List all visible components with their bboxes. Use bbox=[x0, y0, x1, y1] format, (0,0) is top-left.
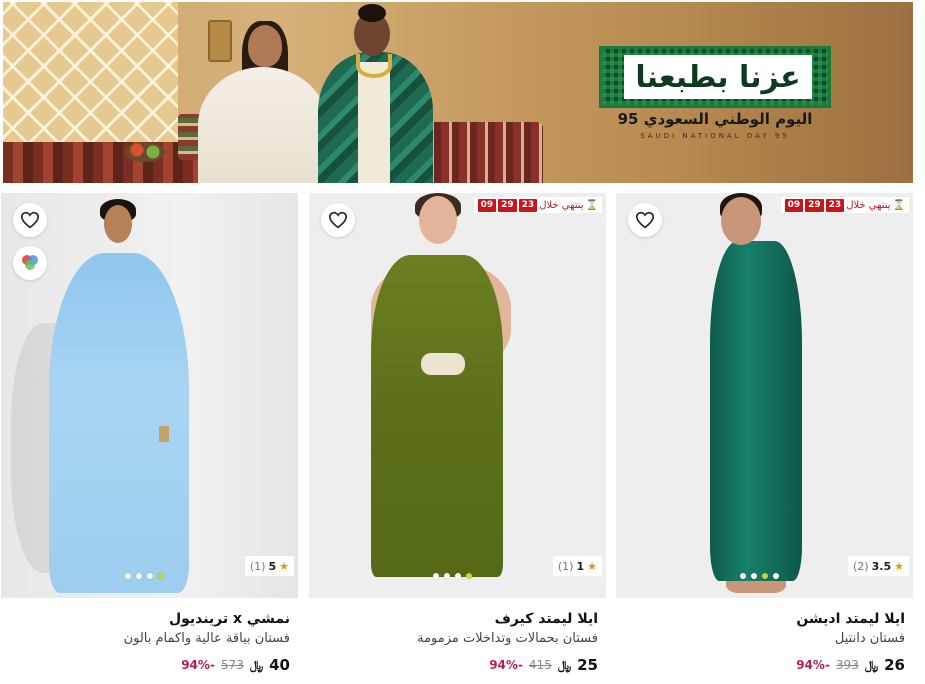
national-day-banner[interactable]: عزنا بطبعنا اليوم الوطني السعودي 95 SAUD… bbox=[3, 2, 913, 183]
product-brand[interactable]: ايلا ليمتد كيرف bbox=[317, 610, 598, 628]
national-day-logo: عزنا بطبعنا bbox=[599, 46, 831, 108]
wishlist-heart-button[interactable] bbox=[13, 203, 47, 237]
carousel-dot[interactable] bbox=[740, 573, 746, 579]
carousel-dot[interactable] bbox=[125, 573, 131, 579]
product-price: 40 bbox=[269, 656, 290, 674]
banner-subtitle: اليوم الوطني السعودي 95 bbox=[617, 110, 813, 128]
discount-badge: -94% bbox=[181, 658, 215, 672]
carousel-dot[interactable] bbox=[444, 573, 450, 579]
old-price: 415 bbox=[528, 658, 552, 672]
review-count: (1) bbox=[249, 559, 266, 573]
product-image[interactable]: ★ 5 (1) bbox=[1, 193, 298, 598]
star-icon: ★ bbox=[587, 559, 597, 573]
timer-seconds: 09 bbox=[477, 198, 497, 212]
carousel-dot[interactable] bbox=[147, 573, 153, 579]
product-price: 26 bbox=[884, 656, 905, 674]
price-row: 26 ﷼ 393 -94% bbox=[624, 656, 905, 674]
timer-minutes: 29 bbox=[805, 198, 824, 212]
wishlist-heart-button[interactable] bbox=[321, 203, 355, 237]
product-card[interactable]: ★ 5 (1) نمشي x ترينديول فستان بياقة عالي… bbox=[1, 193, 298, 684]
rating-badge: ★ 5 (1) bbox=[244, 556, 294, 576]
heart-icon bbox=[20, 211, 40, 229]
heart-icon bbox=[635, 211, 655, 229]
price-row: 25 ﷼ 415 -94% bbox=[317, 656, 598, 674]
discount-badge: -94% bbox=[796, 658, 830, 672]
image-carousel-dots bbox=[740, 573, 779, 579]
currency-icon: ﷼ bbox=[249, 657, 264, 672]
banner-sofa bbox=[423, 122, 543, 183]
currency-icon: ﷼ bbox=[557, 657, 572, 672]
review-count: (1) bbox=[557, 559, 574, 573]
product-info: نمشي x ترينديول فستان بياقة عالية واكمام… bbox=[1, 598, 298, 684]
product-description[interactable]: فستان بياقة عالية واكمام بالون bbox=[9, 630, 290, 648]
hourglass-icon: ⌛ bbox=[585, 199, 598, 211]
old-price: 573 bbox=[220, 658, 244, 672]
price-row: 40 ﷼ 573 -94% bbox=[9, 656, 290, 674]
timer-label: ينتهي خلال bbox=[539, 199, 584, 211]
product-card[interactable]: ⌛ ينتهي خلال 23 29 09 ★ 3.5 (2) ايلا ليم… bbox=[616, 193, 913, 684]
banner-model-green-robe bbox=[318, 2, 438, 183]
banner-subtitle-en: SAUDI NATIONAL DAY 95 bbox=[640, 132, 790, 140]
carousel-dot[interactable] bbox=[136, 573, 142, 579]
product-image[interactable]: ⌛ ينتهي خلال 23 29 09 ★ 3.5 (2) bbox=[616, 193, 913, 598]
hourglass-icon: ⌛ bbox=[892, 199, 905, 211]
color-palette-icon bbox=[22, 255, 38, 270]
star-icon: ★ bbox=[894, 559, 904, 573]
color-options-button[interactable] bbox=[13, 246, 47, 280]
rating-badge: ★ 1 (1) bbox=[552, 556, 602, 576]
rating-value: 1 bbox=[576, 559, 585, 573]
carousel-dot-active[interactable] bbox=[762, 573, 768, 579]
timer-hours: 23 bbox=[518, 198, 538, 212]
currency-icon: ﷼ bbox=[864, 657, 879, 672]
review-count: (2) bbox=[853, 559, 869, 573]
old-price: 393 bbox=[835, 658, 859, 672]
banner-fruit-bowl bbox=[125, 142, 165, 162]
product-image[interactable]: ⌛ ينتهي خلال 23 29 09 ★ 1 (1) bbox=[309, 193, 606, 598]
image-carousel-dots bbox=[125, 573, 164, 579]
image-carousel-dots bbox=[433, 573, 472, 579]
star-icon: ★ bbox=[279, 559, 289, 573]
carousel-dot[interactable] bbox=[773, 573, 779, 579]
wishlist-heart-button[interactable] bbox=[628, 203, 662, 237]
deal-countdown-timer: ⌛ ينتهي خلال 23 29 09 bbox=[473, 197, 602, 213]
product-description[interactable]: فستان دانتيل bbox=[624, 630, 905, 648]
product-card[interactable]: ⌛ ينتهي خلال 23 29 09 ★ 1 (1) ايلا ليمتد… bbox=[309, 193, 606, 684]
rating-badge: ★ 3.5 (2) bbox=[848, 556, 909, 576]
timer-seconds: 09 bbox=[784, 198, 804, 212]
rating-value: 3.5 bbox=[871, 559, 892, 573]
timer-label: ينتهي خلال bbox=[846, 199, 891, 211]
deal-countdown-timer: ⌛ ينتهي خلال 23 29 09 bbox=[780, 197, 909, 213]
carousel-dot[interactable] bbox=[455, 573, 461, 579]
product-brand[interactable]: ايلا ليمتد اديشن bbox=[624, 610, 905, 628]
banner-model-white-dress bbox=[198, 17, 328, 183]
rating-value: 5 bbox=[268, 559, 277, 573]
logo-text: عزنا بطبعنا bbox=[624, 55, 812, 99]
carousel-dot[interactable] bbox=[751, 573, 757, 579]
product-info: ايلا ليمتد كيرف فستان بحمالات وتداخلات م… bbox=[309, 598, 606, 684]
carousel-dot-active[interactable] bbox=[466, 573, 472, 579]
heart-icon bbox=[328, 211, 348, 229]
carousel-dot-active[interactable] bbox=[158, 573, 164, 579]
product-info: ايلا ليمتد اديشن فستان دانتيل 26 ﷼ 393 -… bbox=[616, 598, 913, 684]
carousel-dot[interactable] bbox=[433, 573, 439, 579]
timer-hours: 23 bbox=[825, 198, 845, 212]
discount-badge: -94% bbox=[489, 658, 523, 672]
timer-minutes: 29 bbox=[498, 198, 517, 212]
product-price: 25 bbox=[577, 656, 598, 674]
product-brand[interactable]: نمشي x ترينديول bbox=[9, 610, 290, 628]
product-description[interactable]: فستان بحمالات وتداخلات مزمومة bbox=[317, 630, 598, 648]
